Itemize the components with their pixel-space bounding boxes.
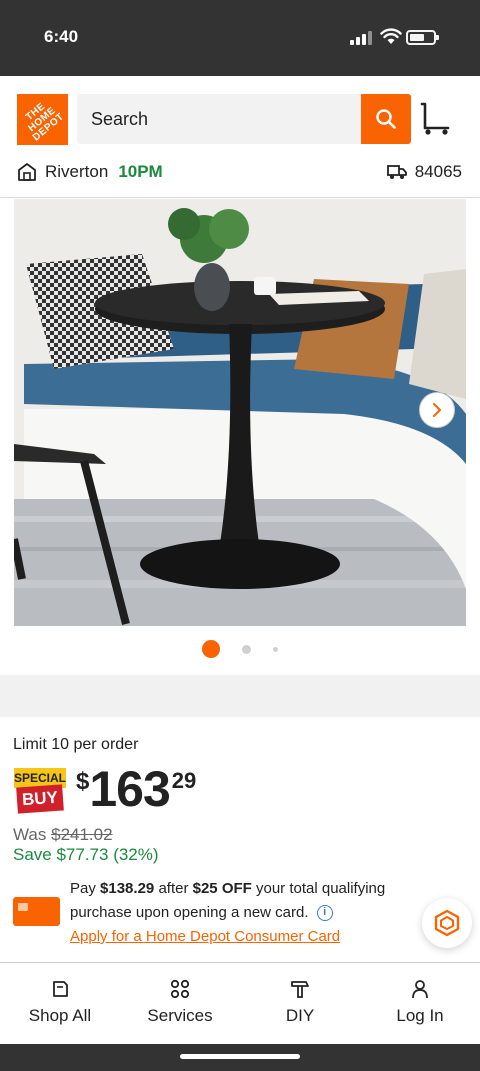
gallery-dot-1[interactable] <box>202 640 220 658</box>
shop-all-icon <box>53 981 68 997</box>
chevron-right-icon <box>433 403 441 417</box>
promo-pay-amount: $138.29 <box>100 880 155 897</box>
product-gallery <box>0 199 480 675</box>
nav-shop-all[interactable]: Shop All <box>0 963 120 1044</box>
promo-off-amount: $25 OFF <box>192 880 252 897</box>
promo-after-label: after <box>158 880 189 897</box>
search-button[interactable] <box>361 94 411 144</box>
nav-log-in[interactable]: Log In <box>360 963 480 1044</box>
gallery-pagination <box>0 640 480 658</box>
services-icon <box>170 979 190 999</box>
store-hours: 10PM <box>118 162 163 181</box>
info-icon[interactable]: i <box>316 905 333 922</box>
assistant-icon <box>434 909 460 937</box>
wifi-icon <box>380 28 402 44</box>
price: $ 163 29 <box>76 764 196 820</box>
gallery-dot-2[interactable] <box>242 644 251 654</box>
limit-text: Limit 10 per order <box>13 736 139 753</box>
price-currency: $ <box>76 768 90 795</box>
badge-line-2: BUY <box>16 784 64 814</box>
nav-label: Shop All <box>28 1006 92 1025</box>
search-placeholder: Search <box>91 108 149 129</box>
nav-services[interactable]: Services <box>120 963 240 1044</box>
was-label: Was <box>13 825 47 844</box>
store-icon <box>18 163 36 181</box>
signal-icon <box>350 31 374 45</box>
logo-text: THE HOME DEPOT <box>23 100 67 143</box>
status-bar: 6:40 <box>0 0 480 76</box>
search-icon <box>376 109 396 129</box>
search-input[interactable]: Search <box>77 94 361 144</box>
was-amount: $241.02 <box>51 825 113 844</box>
credit-card-image <box>13 897 60 926</box>
nav-label: Services <box>147 1006 213 1025</box>
cart-icon[interactable] <box>419 102 451 136</box>
store-name: Riverton <box>45 162 109 181</box>
battery-icon <box>406 30 439 45</box>
delivery-zip-selector[interactable]: 84065 <box>386 160 462 184</box>
price-dollars: 163 <box>89 761 170 817</box>
price-cents: 29 <box>171 768 197 793</box>
savings-text: Save $77.73 (32%) <box>13 845 159 864</box>
user-icon <box>412 980 428 999</box>
apply-card-link[interactable]: Apply for a Home Depot Consumer Card <box>70 928 340 945</box>
credit-card-promo: Pay $138.29 after $25 OFF your total qua… <box>13 877 473 947</box>
truck-icon <box>386 165 407 179</box>
gallery-dot-3[interactable] <box>273 646 278 652</box>
site-header: THE HOME DEPOT Search Riverton 10PM 8406… <box>0 76 480 198</box>
section-divider <box>0 675 480 717</box>
bottom-navigation: Shop All Services DIY Log In <box>0 962 480 1044</box>
product-photo-illustration <box>14 199 466 626</box>
next-image-button[interactable] <box>419 392 455 428</box>
diy-icon <box>291 981 309 998</box>
special-buy-badge: SPECIAL BUY <box>14 768 66 814</box>
store-selector[interactable]: Riverton 10PM <box>17 160 163 184</box>
home-indicator <box>0 1044 480 1071</box>
promo-text: Pay $138.29 after $25 OFF your total qua… <box>70 877 430 949</box>
promo-pay-label: Pay <box>70 880 96 897</box>
nav-label: Log In <box>396 1006 444 1025</box>
nav-diy[interactable]: DIY <box>240 963 360 1044</box>
was-price: Was $241.02 <box>13 825 113 845</box>
status-time: 6:40 <box>44 27 79 46</box>
home-depot-logo[interactable]: THE HOME DEPOT <box>17 94 68 145</box>
product-image[interactable] <box>14 199 466 626</box>
nav-label: DIY <box>285 1006 315 1025</box>
chat-assistant-button[interactable] <box>422 898 472 948</box>
zip-code: 84065 <box>414 162 462 181</box>
